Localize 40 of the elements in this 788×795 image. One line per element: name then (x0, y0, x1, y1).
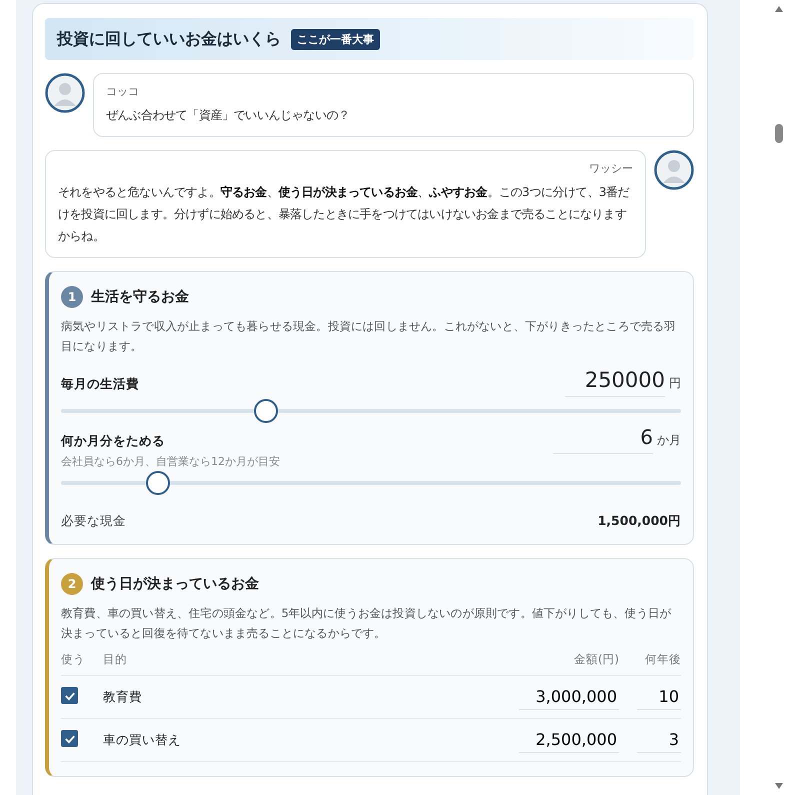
column-header: 目的 (103, 652, 128, 666)
purpose-cell-text: 車の買い替え (103, 732, 182, 748)
message-text: それをやると危ないんですよ。守るお金、使う日が決まっているお金、ふやすお金。この3つに分けて、3番だけを投資に回します。分けずに始めると、暴落したときに手をつけてはいけないお金まで売ることになりますからね。 (58, 184, 630, 245)
slider-thumb[interactable] (254, 399, 278, 423)
unit-label: 円 (669, 375, 681, 392)
description: 教育費、車の買い替え、住宅の頭金など。5年以内に使うお金は投資しないのが原則です。値下がりしても、使う日が決まっていると回復を待てないまま売ることになるからです。 (61, 605, 672, 642)
message-text: ぜんぶ合わせて「資産」でいいんじゃないの？ (106, 107, 351, 124)
panel-title: 生活を守るお金 (91, 288, 189, 306)
badge: ここが一番大事 (291, 28, 380, 50)
checkbox[interactable] (61, 730, 78, 748)
unit-label: か月 (657, 432, 681, 449)
result-value: 1,500,000円 (598, 513, 681, 530)
section-title: 投資に回していいお金はいくら (57, 28, 281, 50)
speaker-name: コッコ (106, 84, 140, 99)
number-badge: 1 (61, 286, 83, 308)
column-header: 使う (61, 652, 86, 666)
years-input[interactable]: 10 (637, 684, 681, 710)
value-input[interactable]: 6 (553, 423, 653, 454)
purpose-cell-text: 教育費 (103, 688, 143, 706)
slider-label: 毎月の生活費 (61, 376, 139, 393)
avatar-icon (45, 73, 85, 113)
scroll-down-icon[interactable] (774, 781, 784, 791)
amount-input[interactable]: 2,500,000 (519, 727, 619, 753)
speaker-name: ワッシー (588, 161, 633, 176)
avatar-icon (654, 150, 694, 190)
panel-title: 使う日が決まっているお金 (91, 575, 259, 593)
hint-text: 会社員なら6か月、自営業なら12か月が目安 (61, 454, 280, 469)
result-label: 必要な現金 (61, 513, 126, 530)
slider-label: 何か月分をためる (61, 433, 166, 450)
number-badge: 2 (61, 573, 83, 595)
description: 病気やリストラで収入が止まっても暮らせる現金。投資には回しません。これがないと、下がりきったところで売る羽目になります。 (61, 318, 677, 355)
scroll-up-icon[interactable] (774, 4, 784, 14)
column-header: 何年後 (644, 652, 681, 666)
checkbox[interactable] (61, 687, 78, 704)
column-header: 金額(円) (573, 652, 619, 666)
slider-thumb[interactable] (146, 471, 170, 495)
years-input[interactable]: 3 (637, 727, 681, 753)
value-input[interactable]: 250000 (565, 366, 665, 397)
scrollbar-thumb[interactable] (775, 124, 783, 143)
amount-input[interactable]: 3,000,000 (519, 684, 619, 710)
